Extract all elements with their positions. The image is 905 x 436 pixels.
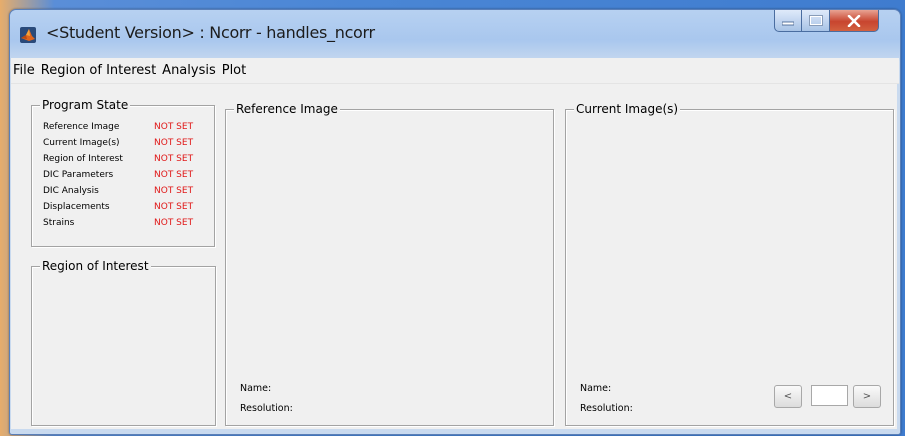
menu-plot[interactable]: Plot: [219, 58, 250, 79]
title-bar[interactable]: <Student Version> : Ncorr - handles_ncor…: [10, 10, 900, 58]
minimize-button[interactable]: [774, 10, 802, 32]
menu-bar: File Region of Interest Analysis Plot: [11, 58, 899, 84]
state-label-region-of-interest: Region of Interest: [43, 154, 123, 164]
current-resolution-label: Resolution:: [580, 403, 633, 414]
state-label-strains: Strains: [43, 218, 75, 228]
minimize-icon: [782, 21, 794, 25]
maximize-icon: [808, 15, 823, 26]
region-of-interest-title: Region of Interest: [40, 258, 151, 274]
state-value-region-of-interest: NOT SET: [154, 154, 194, 164]
menu-file[interactable]: File: [11, 58, 38, 79]
menu-region-of-interest[interactable]: Region of Interest: [38, 58, 159, 79]
current-name-label: Name:: [580, 383, 612, 394]
state-label-current-images: Current Image(s): [43, 138, 120, 148]
state-label-dic-parameters: DIC Parameters: [43, 170, 114, 180]
state-value-strains: NOT SET: [154, 218, 194, 228]
state-label-dic-analysis: DIC Analysis: [43, 186, 99, 196]
state-label-reference-image: Reference Image: [43, 122, 120, 132]
state-value-current-images: NOT SET: [154, 138, 194, 148]
next-image-button[interactable]: >: [853, 385, 881, 408]
close-icon: [847, 14, 861, 27]
state-label-displacements: Displacements: [43, 202, 110, 212]
state-value-dic-analysis: NOT SET: [154, 186, 194, 196]
window-title: <Student Version> : Ncorr - handles_ncor…: [46, 23, 375, 42]
program-state-panel: Program State Reference Image NOT SET Cu…: [31, 97, 215, 247]
matlab-icon: [20, 27, 36, 43]
current-images-title: Current Image(s): [574, 101, 681, 117]
reference-resolution-label: Resolution:: [240, 403, 293, 414]
client-area: Program State Reference Image NOT SET Cu…: [11, 84, 897, 429]
image-index-field[interactable]: [811, 385, 848, 406]
close-button[interactable]: [829, 10, 879, 32]
program-state-title: Program State: [40, 97, 131, 113]
previous-image-button[interactable]: <: [774, 385, 802, 408]
region-of-interest-panel: Region of Interest: [31, 258, 216, 426]
current-images-panel: Current Image(s) Name: Resolution:: [565, 101, 894, 426]
app-window: <Student Version> : Ncorr - handles_ncor…: [9, 9, 901, 435]
reference-image-panel: Reference Image Name: Resolution:: [225, 101, 554, 426]
state-value-displacements: NOT SET: [154, 202, 194, 212]
menu-analysis[interactable]: Analysis: [159, 58, 219, 79]
state-value-dic-parameters: NOT SET: [154, 170, 194, 180]
reference-image-title: Reference Image: [234, 101, 340, 117]
reference-name-label: Name:: [240, 383, 272, 394]
maximize-button[interactable]: [801, 10, 830, 32]
state-value-reference-image: NOT SET: [154, 122, 194, 132]
